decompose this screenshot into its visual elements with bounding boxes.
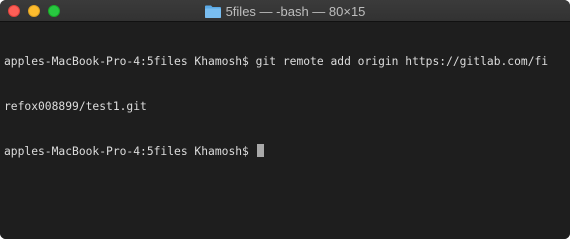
folder-icon <box>204 5 221 18</box>
terminal-cursor <box>256 144 264 157</box>
window-title-area: 5files — -bash — 80×15 <box>0 0 570 22</box>
terminal-line: refox008899/test1.git <box>4 100 147 113</box>
terminal-prompt-line: apples-MacBook-Pro-4:5files Khamosh$ <box>4 144 566 159</box>
title-bar[interactable]: 5files — -bash — 80×15 <box>0 0 570 22</box>
window-title: 5files — -bash — 80×15 <box>225 3 366 19</box>
terminal-content[interactable]: apples-MacBook-Pro-4:5files Khamosh$ git… <box>0 22 570 239</box>
terminal-prompt: apples-MacBook-Pro-4:5files Khamosh$ <box>4 145 256 158</box>
terminal-line: apples-MacBook-Pro-4:5files Khamosh$ git… <box>4 55 549 68</box>
terminal-window: 5files — -bash — 80×15 apples-MacBook-Pr… <box>0 0 570 239</box>
